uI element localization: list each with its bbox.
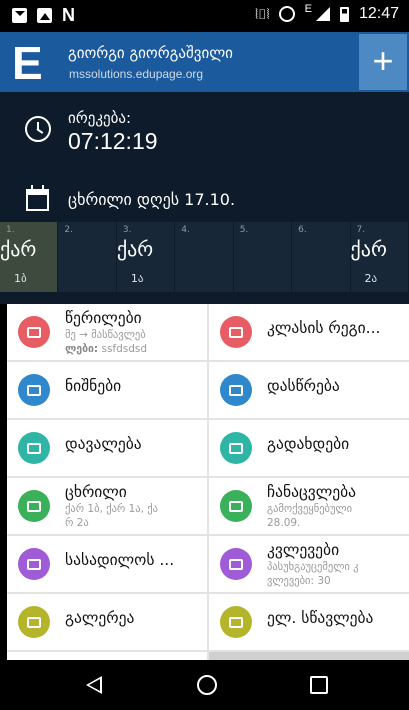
tile-label: ცხრილი xyxy=(65,483,127,501)
status-bar: N ⦚▯⦚ E 12:47 xyxy=(0,0,409,32)
module-tile[interactable]: კვლევები პასუხგაუცემელი კ ვლევები: 30 xyxy=(209,536,409,592)
module-tile-partial[interactable] xyxy=(7,652,207,660)
battery-icon xyxy=(339,6,349,22)
tile-label: დასწრება xyxy=(267,377,340,395)
module-tile[interactable]: ნიშნები xyxy=(7,362,207,418)
refresh-icon xyxy=(220,374,252,406)
edupage-logo[interactable]: E xyxy=(12,40,54,86)
alarm-icon xyxy=(278,6,295,22)
tile-subtitle: პასუხგაუცემელი კ ვლევები: 30 xyxy=(267,561,359,587)
period-subject: ქარ xyxy=(116,237,154,261)
module-tile[interactable]: დასწრება xyxy=(209,362,409,418)
substitution-icon xyxy=(220,490,252,522)
gmail-notification-icon xyxy=(12,7,27,23)
timetable-period[interactable]: 7. ქარ 2ა xyxy=(350,222,409,292)
timetable-icon xyxy=(18,490,50,522)
period-number: 3. xyxy=(122,225,132,235)
tile-label: წერილები xyxy=(65,309,142,327)
module-tile[interactable]: წერილები მე → მასწავლებ ლები: ssfdsdsd xyxy=(7,304,207,360)
module-tile[interactable]: კლასის რეგი... xyxy=(209,304,409,360)
calendar-icon xyxy=(26,185,49,211)
today-panel: ირეკება: 07:12:19 ცხრილი დღეს 17.10. 1. ქ… xyxy=(0,92,409,304)
tile-label: გალერეა xyxy=(65,609,135,627)
edit-icon xyxy=(220,316,252,348)
tile-label: სასადილოს ... xyxy=(65,551,175,569)
timetable-period[interactable]: 5. xyxy=(233,222,293,292)
period-subject: ქარ xyxy=(0,237,37,261)
tile-subtitle: მე → მასწავლებ ლები: ssfdsdsd xyxy=(65,329,148,355)
timetable-period[interactable]: 3. ქარ 1ა xyxy=(116,222,176,292)
app-header: E გიორგი გიორგაშვილი mssolutions.edupage… xyxy=(0,32,409,92)
tile-label: ელ. სწავლება xyxy=(267,609,374,627)
back-icon[interactable] xyxy=(86,676,102,694)
module-tile[interactable]: ჩანაცვლება გამოქვეყნებული 28.09. xyxy=(209,478,409,534)
tile-subtitle: გამოქვეყნებული 28.09. xyxy=(267,503,353,529)
timetable-strip[interactable]: 1. ქარ 1ბ 2. 3. ქარ 1ა 4. 5. 6. 7. ქარ 2ა xyxy=(0,222,409,292)
tile-label: ჩანაცვლება xyxy=(267,483,357,501)
tile-subtitle: ქარ 1ბ, ქარ 1ა, ქა რ 2ა xyxy=(65,503,159,529)
add-button[interactable]: + xyxy=(359,34,407,90)
bell-countdown: 07:12:19 xyxy=(68,128,158,154)
school-domain: mssolutions.edupage.org xyxy=(69,67,204,81)
module-tile[interactable]: ელ. სწავლება xyxy=(209,594,409,650)
period-number: 2. xyxy=(64,225,74,235)
card-icon xyxy=(220,432,252,464)
module-tile[interactable]: დავალება xyxy=(7,420,207,476)
vibrate-icon: ⦚▯⦚ xyxy=(255,5,269,22)
recent-apps-icon[interactable] xyxy=(310,676,328,694)
tile-label: დავალება xyxy=(65,435,142,453)
image-notification-icon xyxy=(37,7,52,23)
period-class: 2ა xyxy=(364,272,378,285)
network-type-label: E xyxy=(304,3,312,15)
period-number: 7. xyxy=(356,225,366,235)
system-nav-bar xyxy=(0,660,409,710)
module-grid: წერილები მე → მასწავლებ ლები: ssfdsdsd კლას… xyxy=(7,304,409,660)
envelope-icon xyxy=(18,316,50,348)
tile-label: კლასის რეგი... xyxy=(267,319,381,337)
module-tile[interactable]: გალერეა xyxy=(7,594,207,650)
timetable-period[interactable]: 2. xyxy=(58,222,117,292)
elearning-icon xyxy=(220,606,252,638)
cup-icon xyxy=(18,548,50,580)
tile-label: ნიშნები xyxy=(65,377,122,395)
period-class: 1ბ xyxy=(14,272,27,285)
tile-label: გადახდები xyxy=(267,435,350,453)
bell-label: ირეკება: xyxy=(68,109,132,127)
period-number: 1. xyxy=(6,225,15,235)
module-tile[interactable]: სასადილოს ... xyxy=(7,536,207,592)
timetable-today-label[interactable]: ცხრილი დღეს 17.10. xyxy=(68,190,235,209)
period-number: 4. xyxy=(181,225,190,235)
period-number: 6. xyxy=(298,225,307,235)
period-subject: ქარ xyxy=(350,237,387,261)
home-icon[interactable] xyxy=(197,675,217,695)
homework-icon xyxy=(18,432,50,464)
n-notification-icon: N xyxy=(62,5,75,25)
gallery-icon xyxy=(18,606,50,638)
empty-tile xyxy=(209,652,409,660)
period-class: 1ა xyxy=(130,272,144,285)
timetable-period[interactable]: 6. xyxy=(292,222,351,292)
clock-icon xyxy=(25,116,51,142)
user-name: გიორგი გიორგაშვილი xyxy=(68,44,233,62)
module-tile[interactable]: გადახდები xyxy=(209,420,409,476)
tile-label: კვლევები xyxy=(267,541,340,559)
timetable-period[interactable]: 1. ქარ 1ბ xyxy=(0,222,59,292)
status-time: 12:47 xyxy=(358,5,399,22)
module-tile[interactable]: ცხრილი ქარ 1ბ, ქარ 1ა, ქა რ 2ა xyxy=(7,478,207,534)
signal-icon xyxy=(315,7,330,21)
period-number: 5. xyxy=(239,225,249,235)
folder-check-icon xyxy=(18,374,50,406)
survey-icon xyxy=(220,548,252,580)
timetable-period[interactable]: 4. xyxy=(175,222,234,292)
